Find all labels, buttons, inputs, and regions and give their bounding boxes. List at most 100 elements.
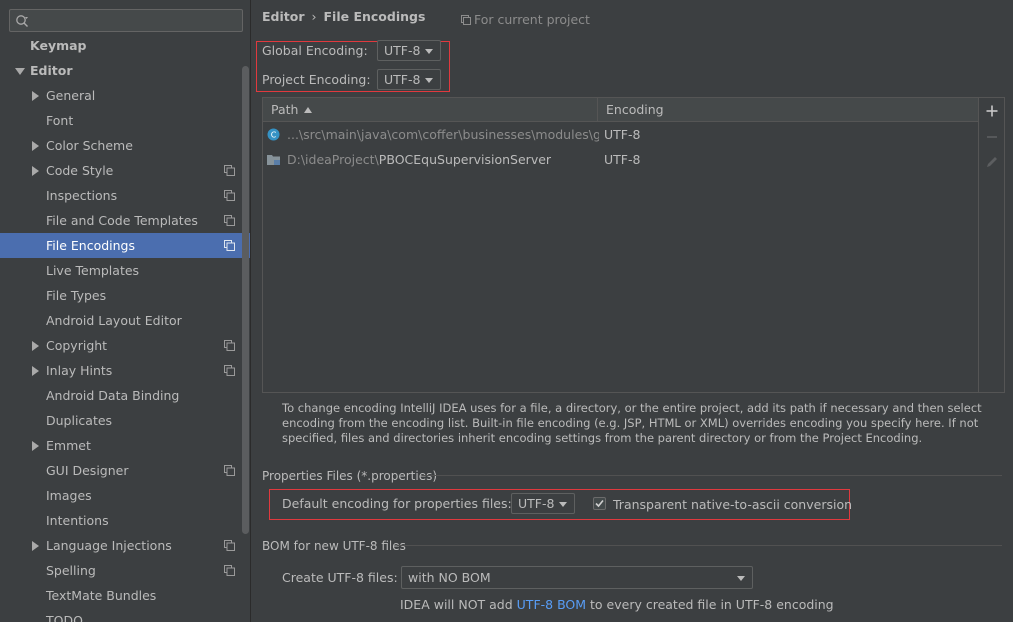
table-row[interactable]: D:\ideaProject\PBOCEquSupervisionServer … [263,147,978,172]
chevron-down-icon [737,576,745,581]
project-scope-icon [224,465,235,476]
sidebar-item-label: Android Data Binding [46,388,180,403]
sidebar-item-label: Intentions [46,513,109,528]
add-icon[interactable] [985,104,999,118]
create-utf8-files-label: Create UTF-8 files: [282,570,398,585]
breadcrumb-current: File Encodings [323,9,426,24]
project-scope-icon [224,540,235,551]
sidebar-item-android-layout-editor[interactable]: Android Layout Editor [0,308,250,333]
chevron-right-icon[interactable] [32,91,39,101]
sidebar-item-label: Color Scheme [46,138,133,153]
sidebar-item-inlay-hints[interactable]: Inlay Hints [0,358,250,383]
sidebar-item-inspections[interactable]: Inspections [0,183,250,208]
search-input[interactable] [9,9,243,32]
file-encodings-panel: Editor › File Encodings For current projec… [252,0,1013,622]
sidebar-item-copyright[interactable]: Copyright [0,333,250,358]
sidebar-item-label: Language Injections [46,538,172,553]
sidebar-item-label: Duplicates [46,413,113,428]
sidebar-item-spelling[interactable]: Spelling [0,558,250,583]
svg-text:C: C [271,131,277,140]
sidebar-item-language-injections[interactable]: Language Injections [0,533,250,558]
breadcrumb-parent[interactable]: Editor [262,9,305,24]
sidebar-item-android-data-binding[interactable]: Android Data Binding [0,383,250,408]
chevron-down-icon [559,502,567,507]
sidebar-item-file-and-code-templates[interactable]: File and Code Templates [0,208,250,233]
bom-section-title: BOM for new UTF-8 files [262,539,406,553]
sidebar-item-color-scheme[interactable]: Color Scheme [0,133,250,158]
sidebar-item-file-encodings[interactable]: File Encodings [0,233,250,258]
column-header-encoding[interactable]: Encoding [598,98,978,122]
sidebar-item-editor[interactable]: Editor [0,58,250,83]
sidebar-item-label: Code Style [46,163,114,178]
sidebar-item-emmet[interactable]: Emmet [0,433,250,458]
default-properties-encoding-label: Default encoding for properties files: [282,496,512,511]
path-encoding-table: Path Encoding C ...\src\main\java\com\co… [262,97,979,393]
chevron-right-icon[interactable] [32,141,39,151]
folder-icon [267,155,280,165]
edit-icon[interactable] [985,155,999,169]
chevron-right-icon[interactable] [32,341,39,351]
remove-icon[interactable] [985,130,999,144]
chevron-right-icon[interactable] [32,541,39,551]
sidebar-item-duplicates[interactable]: Duplicates [0,408,250,433]
sidebar-item-label: File and Code Templates [46,213,198,228]
chevron-right-icon[interactable] [32,441,39,451]
sidebar-item-todo[interactable]: TODO [0,608,250,622]
breadcrumb-separator: › [311,9,317,24]
create-utf8-files-select[interactable]: with NO BOM [401,566,753,589]
sidebar-item-keymap[interactable]: Keymap [0,33,250,58]
sidebar-item-live-templates[interactable]: Live Templates [0,258,250,283]
project-scope-icon [224,565,235,576]
chevron-right-icon[interactable] [32,166,39,176]
properties-section-title: Properties Files (*.properties) [262,469,438,483]
sidebar-item-gui-designer[interactable]: GUI Designer [0,458,250,483]
sidebar-item-font[interactable]: Font [0,108,250,133]
utf8-bom-link[interactable]: UTF-8 BOM [517,597,586,612]
sidebar-item-file-types[interactable]: File Types [0,283,250,308]
sidebar-scrollbar[interactable] [242,66,249,534]
chevron-right-icon[interactable] [32,366,39,376]
transparent-native-to-ascii-checkbox[interactable] [593,497,606,510]
sort-ascending-icon [304,107,313,113]
project-scope-icon [224,165,235,176]
project-scope-icon [461,15,471,25]
sidebar-item-label: File Types [46,288,107,303]
project-scope-icon [224,340,235,351]
sidebar-item-images[interactable]: Images [0,483,250,508]
bom-note: IDEA will NOT add UTF-8 BOM to every cre… [400,597,834,612]
project-encoding-label: Project Encoding: [262,72,371,87]
default-properties-encoding-select[interactable]: UTF-8 [511,493,575,514]
table-toolbar [979,97,1005,393]
column-header-path[interactable]: Path [263,98,598,122]
divider [422,475,1002,476]
chevron-down-icon [425,49,433,54]
project-scope-icon [224,365,235,376]
sidebar-item-label: Images [46,488,92,503]
sidebar-item-textmate-bundles[interactable]: TextMate Bundles [0,583,250,608]
sidebar-item-label: TODO [46,613,83,622]
table-header: Path Encoding [263,98,978,122]
chevron-down-icon[interactable] [15,68,25,75]
sidebar-item-label: General [46,88,96,103]
sidebar-item-label: Live Templates [46,263,140,278]
settings-sidebar: Keymap Editor General Font Color Scheme Code … [0,0,251,622]
project-encoding-select[interactable]: UTF-8 [377,69,441,90]
sidebar-item-intentions[interactable]: Intentions [0,508,250,533]
global-encoding-select[interactable]: UTF-8 [377,40,441,61]
transparent-native-to-ascii-label[interactable]: Transparent native-to-ascii conversion [613,497,852,512]
sidebar-item-label: Android Layout Editor [46,313,182,328]
sidebar-item-label: TextMate Bundles [46,588,157,603]
sidebar-item-general[interactable]: General [0,83,250,108]
sidebar-item-label: GUI Designer [46,463,129,478]
sidebar-item-label: Copyright [46,338,108,353]
sidebar-item-code-style[interactable]: Code Style [0,158,250,183]
table-row[interactable]: C ...\src\main\java\com\coffer\businesse… [263,122,978,147]
sidebar-item-label: Keymap [30,38,87,53]
checkmark-icon [595,499,604,508]
sidebar-item-label: Inlay Hints [46,363,113,378]
project-scope-icon [224,240,235,251]
breadcrumb: Editor › File Encodings [262,9,425,24]
chevron-down-icon [425,78,433,83]
sidebar-item-label: Spelling [46,563,96,578]
search-icon [16,15,28,27]
